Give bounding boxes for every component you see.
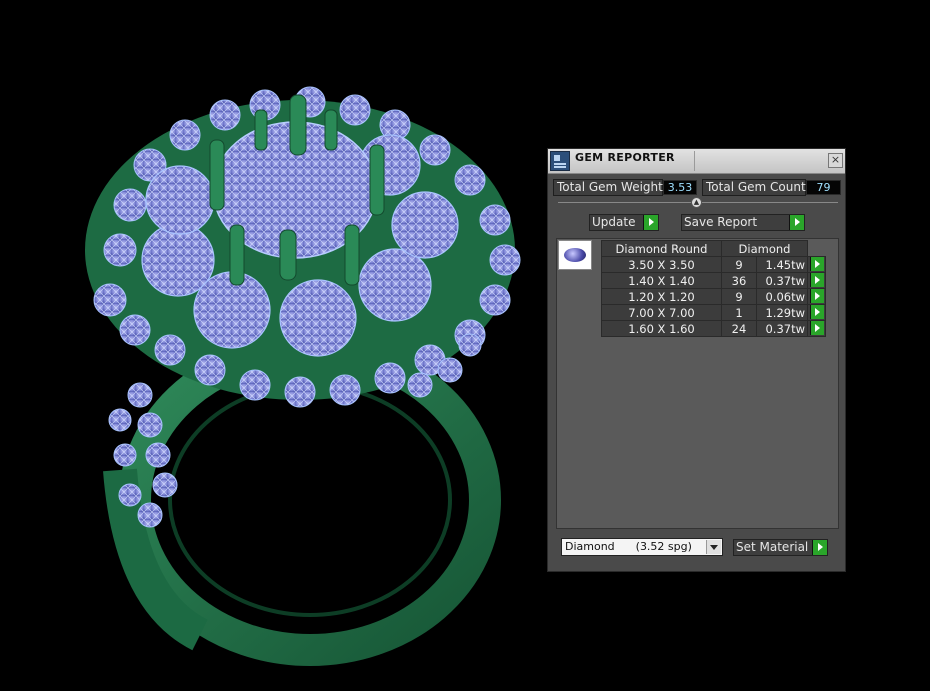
gem-weight: 0.37tw — [756, 320, 808, 337]
ring-3d-viewport[interactable] — [0, 0, 540, 691]
go-arrow-icon[interactable] — [810, 273, 824, 287]
gem-weight: 0.06tw — [756, 288, 808, 305]
material-select[interactable]: Diamond (3.52 spg) — [561, 538, 723, 556]
row-go-button[interactable] — [807, 304, 826, 321]
header-material: Diamond — [721, 240, 808, 257]
go-arrow-icon[interactable] — [810, 305, 824, 319]
gem-size: 1.40 X 1.40 — [601, 272, 722, 289]
gem-weight: 1.29tw — [756, 304, 808, 321]
save-report-button[interactable]: Save Report — [681, 214, 805, 231]
total-gem-count-label: Total Gem Count — [702, 179, 806, 196]
total-gem-weight-value: 3.53 — [663, 180, 697, 195]
go-arrow-icon[interactable] — [810, 321, 824, 335]
gem-size: 1.20 X 1.20 — [601, 288, 722, 305]
go-arrow-icon[interactable] — [810, 289, 824, 303]
chevron-down-icon[interactable] — [706, 540, 721, 554]
round-diamond-thumbnail-icon[interactable] — [558, 240, 592, 270]
update-button[interactable]: Update — [589, 214, 659, 231]
close-button[interactable]: × — [828, 153, 843, 168]
gem-count: 1 — [721, 304, 757, 321]
set-material-go-arrow-icon[interactable] — [812, 540, 827, 555]
gem-size: 3.50 X 3.50 — [601, 256, 722, 273]
table-row[interactable]: 1.40 X 1.40 36 0.37tw — [601, 272, 826, 289]
total-gem-count-value: 79 — [806, 180, 841, 195]
set-material-button[interactable]: Set Material — [733, 539, 828, 556]
total-gem-weight-label: Total Gem Weight — [553, 179, 663, 196]
gem-count: 9 — [721, 256, 757, 273]
row-go-button[interactable] — [807, 272, 826, 289]
table-row[interactable]: 1.60 X 1.60 24 0.37tw — [601, 320, 826, 337]
table-row[interactable]: 3.50 X 3.50 9 1.45tw — [601, 256, 826, 273]
header-shape: Diamond Round — [601, 240, 722, 257]
panel-titlebar[interactable]: GEM REPORTER × — [548, 149, 845, 174]
gem-size: 1.60 X 1.60 — [601, 320, 722, 337]
save-report-go-arrow-icon[interactable] — [789, 215, 804, 230]
material-select-value: Diamond (3.52 spg) — [565, 540, 692, 553]
gem-count: 24 — [721, 320, 757, 337]
row-go-button[interactable] — [807, 320, 826, 337]
panel-title: GEM REPORTER — [575, 151, 675, 164]
save-report-button-label: Save Report — [684, 215, 758, 229]
gem-weight: 1.45tw — [756, 256, 808, 273]
update-button-label: Update — [592, 215, 636, 229]
go-arrow-icon[interactable] — [810, 257, 824, 271]
collapse-toggle-icon[interactable]: ▲ — [691, 197, 702, 208]
gem-weight: 0.37tw — [756, 272, 808, 289]
gem-list-area: Diamond Round Diamond 3.50 X 3.50 9 1.45… — [556, 238, 839, 529]
gem-table-header: Diamond Round Diamond — [601, 240, 826, 257]
title-separator — [694, 151, 695, 171]
gem-reporter-panel: GEM REPORTER × Total Gem Weight 3.53 Tot… — [547, 148, 846, 572]
gem-reporter-app-icon — [550, 151, 570, 171]
gem-count: 36 — [721, 272, 757, 289]
update-go-arrow-icon[interactable] — [643, 215, 658, 230]
gem-table: Diamond Round Diamond 3.50 X 3.50 9 1.45… — [601, 240, 826, 337]
table-row[interactable]: 7.00 X 7.00 1 1.29tw — [601, 304, 826, 321]
gem-size: 7.00 X 7.00 — [601, 304, 722, 321]
row-go-button[interactable] — [807, 256, 826, 273]
row-go-button[interactable] — [807, 288, 826, 305]
table-row[interactable]: 1.20 X 1.20 9 0.06tw — [601, 288, 826, 305]
header-spacer — [808, 241, 826, 257]
set-material-button-label: Set Material — [736, 540, 809, 554]
gem-count: 9 — [721, 288, 757, 305]
